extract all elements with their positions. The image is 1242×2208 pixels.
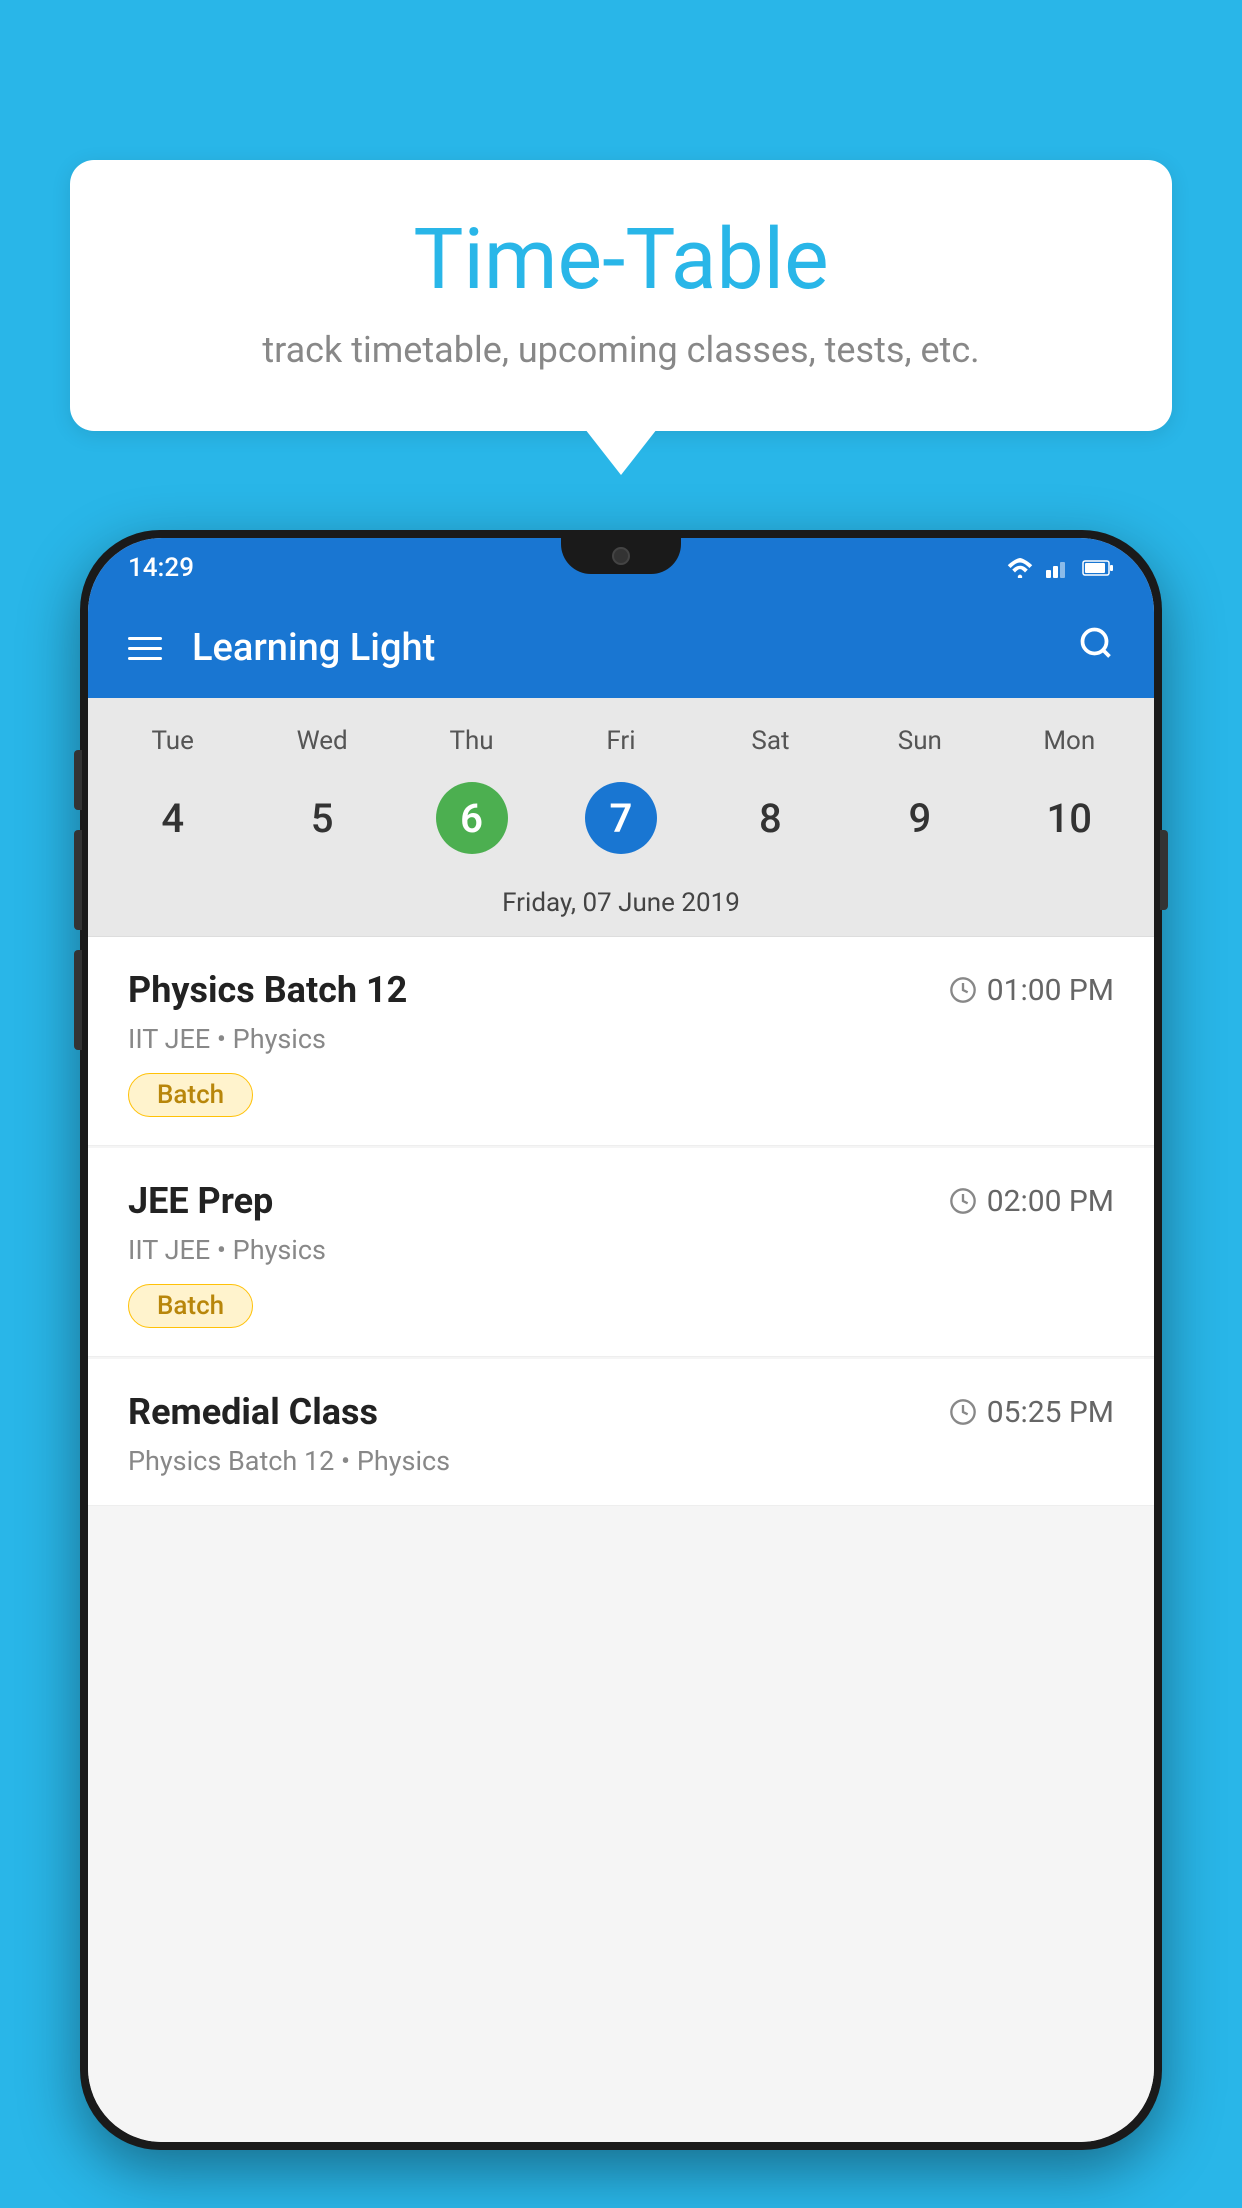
- day-header-sat: Sat: [696, 718, 845, 764]
- schedule-item-3-header: Remedial Class 05:25 PM: [128, 1391, 1114, 1433]
- day-numbers: 4 5 6 7 8 9 10: [88, 764, 1154, 878]
- clock-icon-3: [949, 1398, 977, 1426]
- schedule-item-3[interactable]: Remedial Class 05:25 PM Physics Batch 12…: [88, 1359, 1154, 1506]
- class-name-1: Physics Batch 12: [128, 969, 407, 1011]
- app-bar: Learning Light: [88, 598, 1154, 698]
- day-header-fri: Fri: [546, 718, 695, 764]
- batch-badge-1: Batch: [128, 1073, 253, 1117]
- mute-button: [74, 950, 82, 1050]
- phone-screen: 14:29: [88, 538, 1154, 2142]
- schedule-meta-2: IIT JEE • Physics: [128, 1234, 1114, 1266]
- status-icons: [1006, 558, 1114, 578]
- calendar-strip: Tue Wed Thu Fri Sat Sun Mon 4 5 6 7: [88, 698, 1154, 937]
- schedule-time-3: 05:25 PM: [949, 1395, 1114, 1430]
- schedule-meta-1: IIT JEE • Physics: [128, 1023, 1114, 1055]
- day-header-thu: Thu: [397, 718, 546, 764]
- day-10[interactable]: 10: [995, 772, 1144, 864]
- volume-down-button: [74, 830, 82, 930]
- class-name-3: Remedial Class: [128, 1391, 378, 1433]
- day-5[interactable]: 5: [247, 772, 396, 864]
- selected-date-label: Friday, 07 June 2019: [88, 878, 1154, 937]
- phone-notch: [561, 538, 681, 574]
- batch-badge-2: Batch: [128, 1284, 253, 1328]
- day-8[interactable]: 8: [696, 772, 845, 864]
- camera-dot: [612, 547, 630, 565]
- battery-icon: [1082, 558, 1114, 578]
- schedule-meta-3: Physics Batch 12 • Physics: [128, 1445, 1114, 1477]
- schedule-item-1[interactable]: Physics Batch 12 01:00 PM IIT JEE • Phys…: [88, 937, 1154, 1146]
- schedule-item-2[interactable]: JEE Prep 02:00 PM IIT JEE • Physics Batc…: [88, 1148, 1154, 1357]
- schedule-list: Physics Batch 12 01:00 PM IIT JEE • Phys…: [88, 937, 1154, 2142]
- signal-icon: [1046, 558, 1070, 578]
- schedule-time-2: 02:00 PM: [949, 1184, 1114, 1219]
- volume-up-button: [74, 750, 82, 810]
- day-headers: Tue Wed Thu Fri Sat Sun Mon: [88, 718, 1154, 764]
- search-icon[interactable]: [1078, 625, 1114, 671]
- wifi-icon: [1006, 558, 1034, 578]
- bubble-subtitle: track timetable, upcoming classes, tests…: [130, 329, 1112, 371]
- menu-button[interactable]: [128, 637, 162, 660]
- day-9[interactable]: 9: [845, 772, 994, 864]
- clock-icon-1: [949, 976, 977, 1004]
- day-header-tue: Tue: [98, 718, 247, 764]
- bubble-title: Time-Table: [130, 210, 1112, 309]
- day-header-mon: Mon: [995, 718, 1144, 764]
- phone-frame: 14:29: [80, 530, 1162, 2150]
- phone-container: 14:29: [80, 530, 1162, 2208]
- day-7[interactable]: 7: [546, 772, 695, 864]
- day-6[interactable]: 6: [397, 772, 546, 864]
- app-title: Learning Light: [192, 626, 1048, 670]
- schedule-item-2-header: JEE Prep 02:00 PM: [128, 1180, 1114, 1222]
- speech-bubble: Time-Table track timetable, upcoming cla…: [70, 160, 1172, 431]
- power-button: [1160, 830, 1168, 910]
- day-4[interactable]: 4: [98, 772, 247, 864]
- clock-icon-2: [949, 1187, 977, 1215]
- status-time: 14:29: [128, 553, 194, 583]
- class-name-2: JEE Prep: [128, 1180, 273, 1222]
- day-header-wed: Wed: [247, 718, 396, 764]
- schedule-item-1-header: Physics Batch 12 01:00 PM: [128, 969, 1114, 1011]
- day-header-sun: Sun: [845, 718, 994, 764]
- schedule-time-1: 01:00 PM: [949, 973, 1114, 1008]
